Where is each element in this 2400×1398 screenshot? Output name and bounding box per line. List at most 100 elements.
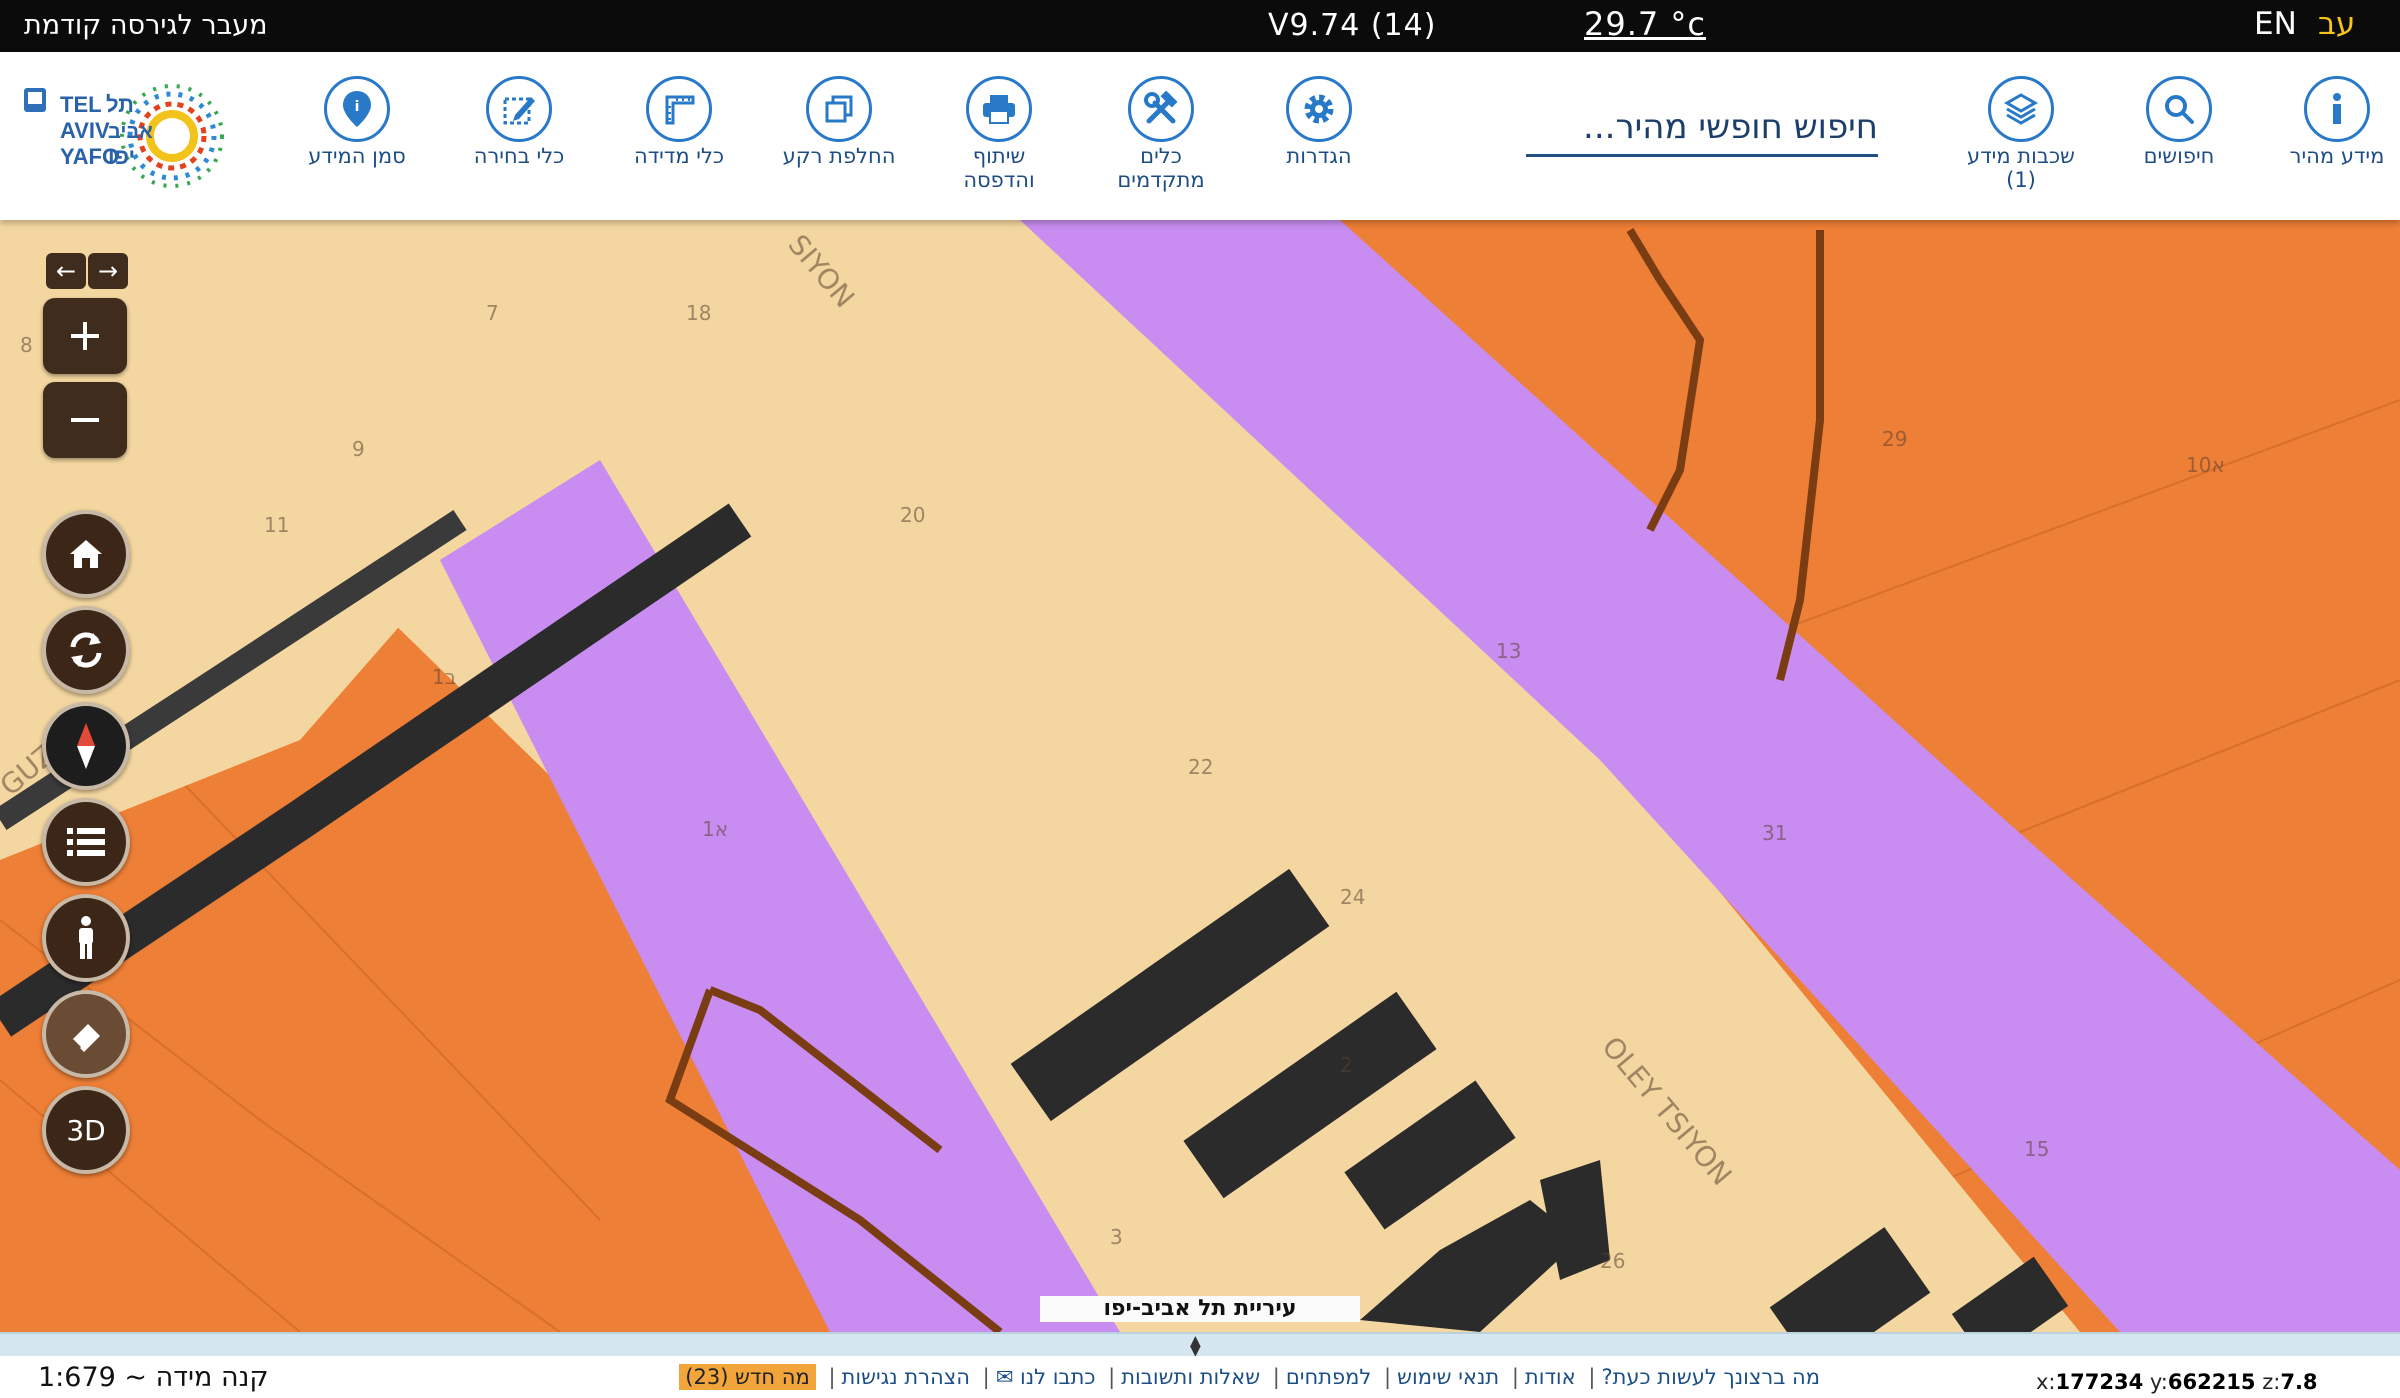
selection-tools-button[interactable]: כלי בחירה xyxy=(434,76,604,168)
house-number-label: 10א xyxy=(2186,453,2225,477)
searches-button[interactable]: חיפושים xyxy=(2094,76,2264,168)
compass-button[interactable] xyxy=(42,702,130,790)
info-marker-label: סמן המידע xyxy=(308,144,406,168)
language-en-link[interactable]: EN xyxy=(2254,4,2297,44)
printer-icon xyxy=(966,76,1032,142)
quick-search-field xyxy=(1526,104,1878,157)
info-layers-count: (1) xyxy=(2006,168,2036,192)
advanced-tools-label-1: כלים xyxy=(1140,144,1182,168)
house-number-label: 1ב xyxy=(432,665,456,689)
whats-new-badge[interactable]: מה חדש (23) xyxy=(679,1364,816,1390)
home-extent-button[interactable] xyxy=(42,510,130,598)
settings-label: הגדרות xyxy=(1286,144,1352,168)
house-number-label: 3 xyxy=(1110,1225,1123,1249)
refresh-icon xyxy=(70,632,102,668)
footer-link-developers[interactable]: למפתחים xyxy=(1286,1365,1371,1389)
measure-tools-label: כלי מדידה xyxy=(633,144,725,168)
coord-x-label: x: xyxy=(2036,1370,2056,1394)
house-number-label: 31 xyxy=(1762,821,1787,845)
list-icon xyxy=(67,828,105,856)
map-attribution: עיריית תל אביב-יפו xyxy=(1040,1296,1360,1322)
house-number-label: 20 xyxy=(900,503,925,527)
top-bar: מעבר לגירסה קודמת V9.74 (14) 29.7 °c EN … xyxy=(0,0,2400,52)
panel-resize-bar[interactable]: ▲ ▼ xyxy=(0,1332,2400,1358)
gear-icon xyxy=(1286,76,1352,142)
eraser-button[interactable] xyxy=(42,990,130,1078)
layers-copy-icon xyxy=(806,76,872,142)
compass-icon xyxy=(77,723,95,769)
tel-aviv-logo[interactable]: TEL AVIV YAFO תל אביב יפו xyxy=(20,74,250,198)
footer-link-about[interactable]: אודות xyxy=(1525,1365,1576,1389)
zoom-in-button[interactable] xyxy=(43,298,127,374)
selection-tools-label: כלי בחירה xyxy=(473,144,565,168)
person-icon xyxy=(79,916,93,959)
searches-label: חיפושים xyxy=(2143,144,2215,168)
house-number-label: 2 xyxy=(1340,1053,1353,1077)
house-number-label: 18 xyxy=(686,301,711,325)
version-label: V9.74 (14) xyxy=(1268,8,1437,43)
house-number-label: 15 xyxy=(2024,1137,2049,1161)
basemap-switch-label: החלפת רקע xyxy=(782,144,896,168)
quick-info-button[interactable]: מידע מהיר xyxy=(2252,76,2400,168)
info-layers-button[interactable]: שכבות מידע (1) xyxy=(1936,76,2106,192)
logo-text-tel-he: תל xyxy=(106,92,134,117)
footer-link-what-to-do[interactable]: מה ברצונך לעשות כעת? xyxy=(1601,1365,1820,1389)
basemap-switch-button[interactable]: החלפת רקע xyxy=(754,76,924,168)
home-icon xyxy=(70,540,102,568)
advanced-tools-button[interactable]: כלים מתקדמים xyxy=(1076,76,1246,192)
house-number-label: 22 xyxy=(1188,755,1213,779)
minus-icon xyxy=(71,418,99,422)
info-layers-label: שכבות מידע xyxy=(1967,144,2075,168)
footer-link-accessibility[interactable]: הצהרת נגישות xyxy=(842,1365,970,1389)
house-number-label: 29 xyxy=(1882,427,1907,451)
quick-info-label: מידע מהיר xyxy=(2289,144,2385,168)
footer-bar: קנה מידה ~ 1:679 מה ברצונך לעשות כעת?| א… xyxy=(0,1356,2400,1398)
language-he-link[interactable]: עב xyxy=(2318,4,2355,44)
arrow-right-icon: → xyxy=(97,257,119,285)
measure-tools-button[interactable]: כלי מדידה xyxy=(594,76,764,168)
arrow-left-icon: ← xyxy=(55,257,77,285)
logo-text-yafo-he: יפו xyxy=(108,144,135,169)
legend-list-button[interactable] xyxy=(42,798,130,886)
settings-button[interactable]: הגדרות xyxy=(1234,76,1404,168)
house-number-label: 26 xyxy=(1600,1249,1625,1273)
house-number-label: 24 xyxy=(1340,885,1365,909)
share-print-button[interactable]: שיתוף והדפסה xyxy=(914,76,1084,192)
view-3d-button[interactable]: 3D xyxy=(42,1086,130,1174)
quick-search-input[interactable] xyxy=(1526,104,1878,150)
refresh-button[interactable] xyxy=(42,606,130,694)
scale-label: קנה מידה ~ 1:679 xyxy=(38,1362,269,1393)
coord-z-label: z: xyxy=(2262,1370,2281,1394)
map-pin-icon: i xyxy=(324,76,390,142)
share-print-label-1: שיתוף xyxy=(972,144,1026,168)
advanced-tools-label-2: מתקדמים xyxy=(1117,168,1205,192)
eraser-icon xyxy=(70,1024,100,1052)
select-edit-icon xyxy=(486,76,552,142)
coord-x-value: 177234 xyxy=(2055,1370,2144,1394)
footer-link-terms[interactable]: תנאי שימוש xyxy=(1397,1365,1499,1389)
view-3d-label: 3D xyxy=(66,1113,106,1147)
stacked-layers-icon xyxy=(1988,76,2054,142)
city-emblem-icon xyxy=(24,88,46,112)
share-print-label-2: והדפסה xyxy=(963,168,1035,192)
coordinates-readout: x:177234 y:662215 z:7.8 xyxy=(2036,1368,2318,1396)
logo-text-aviv-he: אביב xyxy=(108,121,153,143)
previous-extent-button[interactable]: ← xyxy=(46,253,86,289)
footer-links: מה ברצונך לעשות כעת?| אודות| תנאי שימוש|… xyxy=(580,1362,1820,1392)
house-number-label: 9 xyxy=(352,437,365,461)
house-number-label: 11 xyxy=(264,513,289,537)
previous-version-link[interactable]: מעבר לגירסה קודמת xyxy=(24,6,268,46)
zoom-out-button[interactable] xyxy=(43,382,127,458)
footer-link-faq[interactable]: שאלות ותשובות xyxy=(1121,1365,1260,1389)
footer-link-contact[interactable]: כתבו לנו ✉ xyxy=(996,1365,1096,1389)
house-number-label: 1א xyxy=(702,817,728,841)
coord-y-value: 662215 xyxy=(2167,1370,2256,1394)
info-marker-tool[interactable]: i סמן המידע xyxy=(272,76,442,168)
temperature-link[interactable]: 29.7 °c xyxy=(1584,4,1706,44)
next-extent-button[interactable]: → xyxy=(88,253,128,289)
coord-z-value: 7.8 xyxy=(2280,1370,2318,1394)
map-canvas[interactable]: SIYON GUZA OLEY TSIYON 7 8 9 11 18 20 13… xyxy=(0,220,2400,1332)
house-number-label: 13 xyxy=(1496,639,1521,663)
plus-icon xyxy=(71,322,99,350)
street-view-button[interactable] xyxy=(42,894,130,982)
